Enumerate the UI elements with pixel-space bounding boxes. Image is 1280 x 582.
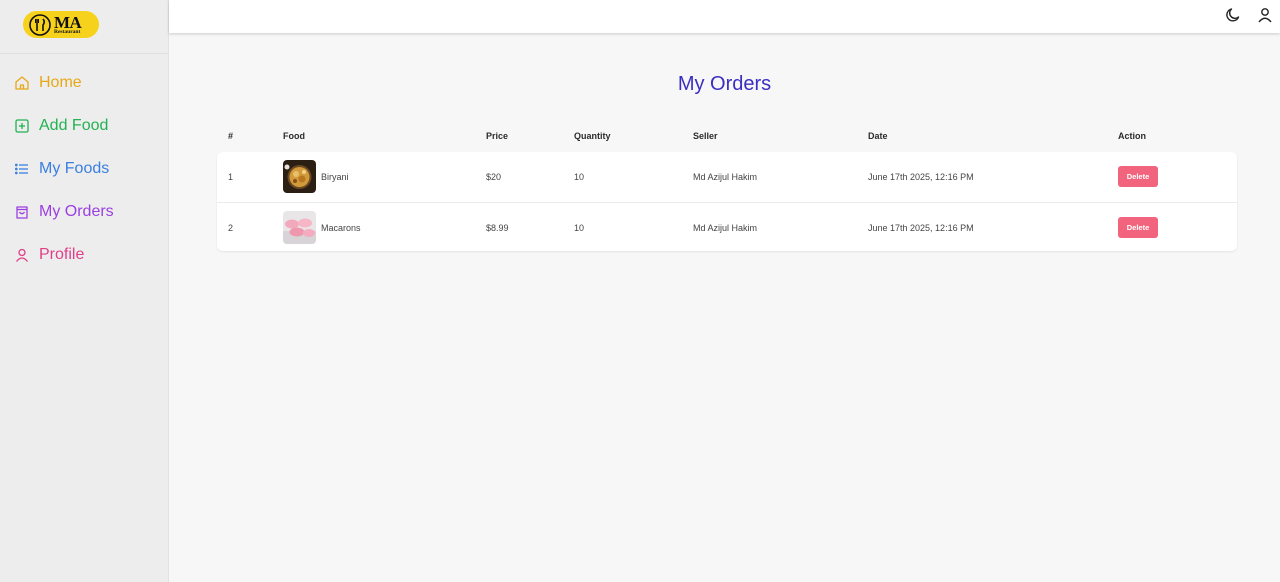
row-index: 2 (228, 222, 234, 233)
table-row: 1 Biryani $20 10 Md Azijul Hakim June 17… (217, 152, 1237, 202)
column-header-quantity: Quantity (574, 131, 611, 141)
column-header-date: Date (868, 131, 888, 141)
sidebar-item-label: Home (39, 74, 82, 91)
column-header-price: Price (486, 131, 509, 141)
logo-subtitle: Restaurant (54, 28, 81, 35)
sidebar-item-my-foods[interactable]: My Foods (14, 160, 109, 178)
home-icon (15, 76, 29, 90)
column-header-action: Action (1118, 131, 1146, 141)
delete-button[interactable]: Delete (1118, 166, 1158, 187)
sidebar-item-my-orders[interactable]: My Orders (14, 203, 114, 221)
brand-logo[interactable]: MA Restaurant (23, 11, 99, 38)
order-date: June 17th 2025, 12:16 PM (868, 172, 974, 182)
food-image-macarons (283, 210, 316, 244)
sidebar-item-profile[interactable]: Profile (14, 246, 84, 264)
sidebar-item-add-food[interactable]: Add Food (14, 117, 108, 135)
quantity: 10 (574, 222, 585, 233)
seller: Md Azijul Hakim (693, 172, 758, 182)
cutlery-icon (29, 13, 51, 36)
seller: Md Azijul Hakim (693, 222, 758, 233)
logo-area: MA Restaurant (0, 0, 168, 54)
plus-square-icon (15, 119, 29, 133)
column-header-food: Food (283, 131, 305, 141)
user-icon[interactable] (1256, 6, 1274, 24)
sidebar-item-label: My Foods (39, 160, 110, 177)
logo-text: MA Restaurant (54, 14, 82, 36)
sidebar-item-label: Add Food (39, 117, 109, 134)
quantity: 10 (574, 172, 585, 182)
delete-button[interactable]: Delete (1118, 216, 1158, 238)
orders-table: # Food Price Quantity Seller Date Action… (217, 120, 1237, 251)
sidebar-item-label: My Orders (39, 203, 114, 220)
food-name: Macarons (321, 222, 361, 233)
top-bar (169, 0, 1280, 33)
table-row: 2 Macarons $8.99 10 Md Azijul Hakim June… (217, 201, 1237, 252)
order-date: June 17th 2025, 12:16 PM (868, 222, 974, 233)
food-image-biryani (283, 160, 316, 193)
table-header: # Food Price Quantity Seller Date Action (217, 120, 1237, 152)
price: $8.99 (486, 222, 509, 233)
sidebar-item-home[interactable]: Home (14, 74, 82, 92)
column-header-seller: Seller (693, 131, 718, 141)
moon-icon[interactable] (1224, 6, 1242, 24)
page-title: My Orders (677, 73, 772, 95)
sidebar: MA Restaurant Home Add Food My Foods My … (0, 0, 169, 582)
shopping-bag-icon (16, 206, 28, 219)
row-index: 1 (228, 172, 234, 182)
price: $20 (486, 172, 502, 182)
column-header-index: # (228, 131, 234, 141)
food-name: Biryani (321, 172, 349, 182)
table-body: 1 Biryani $20 10 Md Azijul Hakim June 17… (217, 152, 1237, 251)
list-icon (14, 163, 28, 175)
sidebar-item-label: Profile (39, 246, 85, 263)
user-icon (15, 248, 29, 262)
